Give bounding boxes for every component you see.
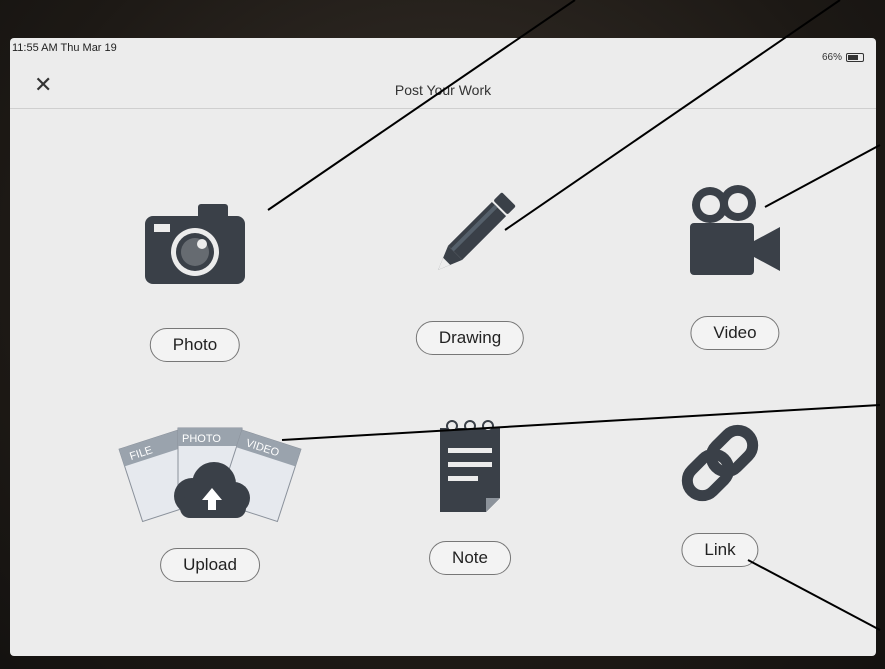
cloud-upload-icon: FILE PHOTO VIDEO [95, 418, 325, 528]
camera-icon [80, 188, 310, 298]
status-indicators: 66% [822, 52, 864, 63]
photo-button[interactable]: Photo [149, 328, 241, 362]
option-drawing[interactable]: Drawing [355, 183, 585, 373]
pencil-icon [355, 183, 585, 293]
video-camera-icon [620, 178, 850, 288]
video-button[interactable]: Video [690, 316, 780, 350]
upload-button[interactable]: Upload [160, 548, 260, 582]
note-button[interactable]: Note [429, 541, 511, 575]
status-time: 11:55 AM Thu Mar 19 [12, 42, 117, 54]
photo-label: PHOTO [182, 433, 221, 445]
drawing-button[interactable]: Drawing [415, 321, 525, 355]
option-upload[interactable]: FILE PHOTO VIDEO Upload [95, 418, 325, 608]
battery-percent: 66% [821, 52, 842, 63]
option-photo[interactable]: Photo [80, 188, 310, 378]
header-divider [10, 108, 876, 109]
option-note[interactable]: Note [355, 413, 585, 603]
option-link[interactable]: Link [605, 408, 835, 598]
chain-link-icon [605, 408, 835, 518]
battery-icon [846, 53, 864, 62]
page-title: Post Your Work [394, 82, 492, 98]
link-button[interactable]: Link [681, 533, 759, 567]
notepad-icon [355, 413, 585, 523]
option-video[interactable]: Video [620, 178, 850, 368]
app-screen: 11:55 AM Thu Mar 19 66% ✕ Post Your Work… [10, 38, 876, 656]
